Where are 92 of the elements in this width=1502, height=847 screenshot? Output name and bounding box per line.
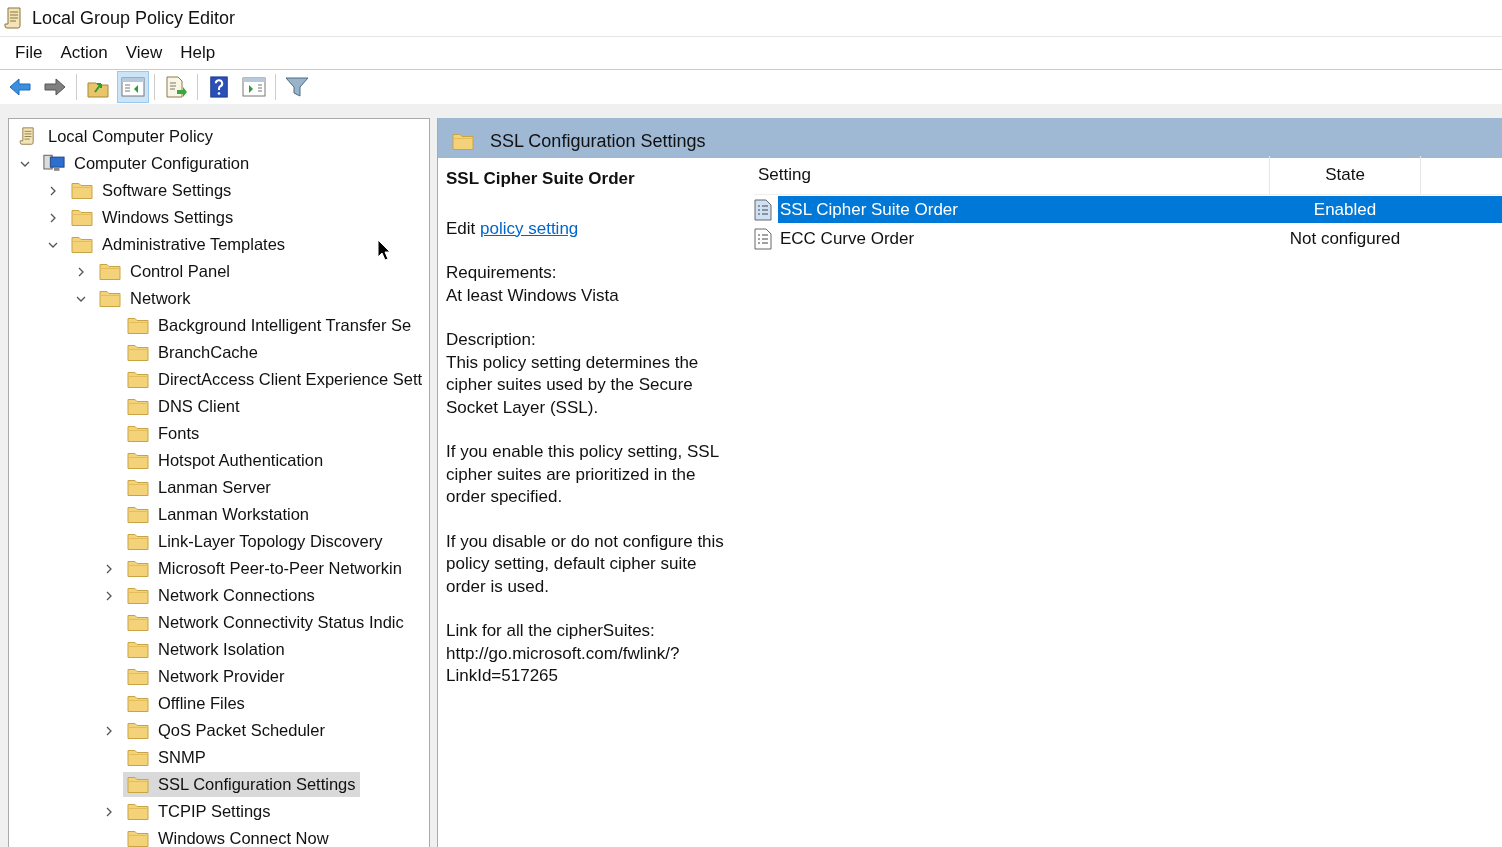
folder-icon (127, 397, 149, 416)
tree-item[interactable]: Hotspot Authentication (123, 448, 328, 473)
folder-icon (99, 289, 121, 308)
policy-setting-link[interactable]: policy setting (480, 218, 579, 238)
folder-icon (127, 748, 149, 767)
folder-icon (127, 613, 149, 632)
tree-item[interactable]: Fonts (123, 421, 204, 446)
chevron-right-icon[interactable] (104, 725, 114, 736)
filter-icon (285, 76, 309, 98)
state-value: Not configured (1288, 228, 1402, 249)
tree-item[interactable]: Lanman Server (123, 475, 275, 500)
menu-item[interactable]: Help (171, 43, 225, 63)
folder-icon (127, 586, 149, 605)
tree-item[interactable]: Network Connections (123, 583, 319, 608)
tree-item[interactable]: Link-Layer Topology Discovery (123, 529, 387, 554)
tree-item[interactable]: SNMP (123, 745, 210, 770)
table-row[interactable]: SSL Cipher Suite Order Enabled (778, 196, 1502, 223)
tree-item[interactable]: Background Intelligent Transfer Se (123, 313, 416, 338)
description-paragraph: If you enable this policy setting, SSL cipher suites are prioritized in the order specified. (446, 441, 720, 508)
tree-item[interactable]: Local Computer Policy (13, 124, 218, 149)
help-icon (207, 76, 231, 98)
menu-item[interactable]: File (6, 43, 52, 63)
menu-item[interactable]: View (116, 43, 172, 63)
folder-icon (127, 424, 149, 443)
tree-item[interactable]: Windows Settings (67, 205, 238, 230)
folder-icon (71, 181, 93, 200)
chevron-right-icon[interactable] (104, 590, 114, 601)
folder-icon (127, 505, 149, 524)
tree-item[interactable]: Software Settings (67, 178, 236, 203)
console-tree-icon (121, 76, 145, 98)
tree-item[interactable]: Control Panel (95, 259, 234, 284)
chevron-right-icon[interactable] (76, 266, 86, 277)
forward-arrow-icon (43, 76, 67, 98)
description-paragraph: Link for all the cipherSuites: http://go.microsoft.com/fwlink/? LinkId=517265 (446, 620, 681, 687)
computer-icon (43, 154, 65, 173)
tree-item[interactable]: Lanman Workstation (123, 502, 314, 527)
tree-item[interactable]: DirectAccess Client Experience Sett (123, 367, 427, 392)
action-pane-icon (242, 76, 266, 98)
policy-document-icon (754, 227, 772, 250)
tree-item[interactable]: TCPIP Settings (123, 799, 275, 824)
tree-item[interactable]: Windows Connect Now (123, 826, 333, 847)
folder-icon (127, 451, 149, 470)
export-list-icon (164, 76, 188, 98)
folder-icon (127, 775, 149, 794)
tree-item[interactable]: Microsoft Peer-to-Peer Networkin (123, 556, 406, 581)
column-header[interactable]: Setting (754, 156, 1270, 194)
folder-icon (127, 532, 149, 551)
description-paragraph: Description: This policy setting determines the cipher suites used by the Secure Socket Layer (SSL). (446, 329, 700, 419)
tree-item[interactable]: Offline Files (123, 691, 249, 716)
table-row[interactable]: ECC Curve Order Not configured (778, 225, 1502, 252)
folder-icon (127, 343, 149, 362)
folder-icon (452, 131, 474, 151)
tree-item[interactable]: Administrative Templates (67, 232, 290, 257)
menu-item[interactable]: Action (51, 43, 117, 63)
folder-icon (127, 559, 149, 578)
back-arrow-icon (8, 76, 32, 98)
tree-item[interactable]: BranchCache (123, 340, 262, 365)
window-title: Local Group Policy Editor (32, 7, 236, 29)
policy-title: SSL Cipher Suite Order (446, 168, 636, 190)
folder-icon (71, 208, 93, 227)
chevron-right-icon[interactable] (48, 212, 58, 223)
folder-icon (127, 478, 149, 497)
column-header[interactable]: State (1270, 156, 1421, 194)
folder-icon (71, 235, 93, 254)
tree-item[interactable]: Network Provider (123, 664, 289, 689)
folder-icon (127, 802, 149, 821)
setting-name: SSL Cipher Suite Order (779, 199, 959, 220)
chevron-right-icon[interactable] (104, 806, 114, 817)
tree-item[interactable]: Computer Configuration (39, 151, 254, 176)
tree-item[interactable]: Network Isolation (123, 637, 289, 662)
folder-icon (127, 640, 149, 659)
tree-item[interactable]: QoS Packet Scheduler (123, 718, 329, 743)
folder-icon (127, 721, 149, 740)
tree-item[interactable]: DNS Client (123, 394, 244, 419)
chevron-right-icon[interactable] (104, 563, 114, 574)
folder-icon (127, 316, 149, 335)
tree-item[interactable]: Network Connectivity Status Indic (123, 610, 408, 635)
tree-item[interactable]: Network (95, 286, 195, 311)
description-paragraph: If you disable or do not configure this policy setting, default cipher suite order is used. (446, 530, 725, 598)
tree-item[interactable]: SSL Configuration Settings (123, 772, 360, 797)
folder-icon (99, 262, 121, 281)
setting-name: ECC Curve Order (779, 228, 916, 249)
folder-icon (127, 370, 149, 389)
folder-icon (127, 829, 149, 847)
policy-document-icon (754, 198, 772, 221)
edit-label: Edit (446, 218, 476, 238)
folder-icon (127, 667, 149, 686)
chevron-right-icon[interactable] (48, 185, 58, 196)
folder-icon (127, 694, 149, 713)
description-paragraph: Requirements: At least Windows Vista (446, 262, 620, 307)
state-value: Enabled (1312, 199, 1378, 220)
app-scroll-icon (4, 6, 24, 30)
